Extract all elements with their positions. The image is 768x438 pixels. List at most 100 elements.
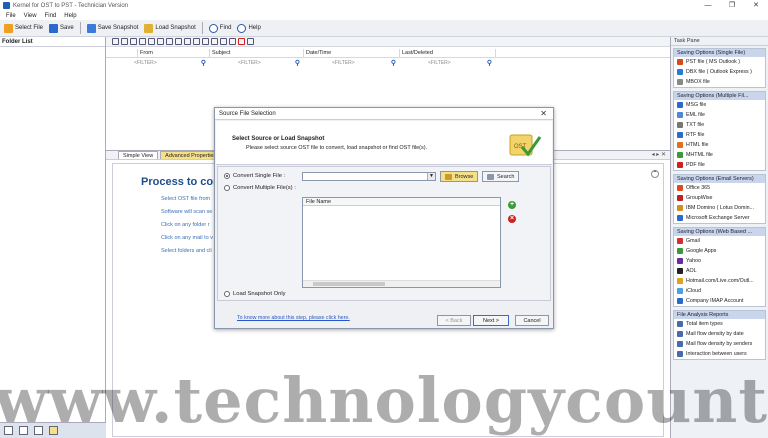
task-item-label: MBOX file [686, 79, 710, 85]
task-item[interactable]: Microsoft Exchange Server [674, 213, 765, 223]
load-snapshot-button[interactable]: Load Snapshot [144, 23, 196, 33]
file-list[interactable]: File Name [302, 197, 501, 288]
task-item[interactable]: TXT file [674, 120, 765, 130]
unread-icon[interactable] [148, 38, 155, 45]
task-group-title[interactable]: Saving Options (Web Based ... [674, 228, 765, 236]
filter-last-deleted[interactable]: <FILTER> ⚲ [400, 59, 496, 68]
mail-icon[interactable] [229, 38, 236, 45]
browse-button[interactable]: Browse [440, 171, 479, 182]
close-button[interactable]: ✕ [744, 0, 768, 11]
maximize-button[interactable]: ❐ [720, 0, 744, 11]
task-item[interactable]: MBOX file [674, 77, 765, 87]
menu-view[interactable]: View [24, 13, 37, 19]
save-snapshot-button[interactable]: Save Snapshot [86, 23, 138, 33]
task-item[interactable]: MSG file [674, 100, 765, 110]
importance-icon[interactable] [112, 38, 119, 45]
select-file-button[interactable]: Select File [4, 23, 43, 33]
mail-view-icon[interactable] [4, 426, 13, 435]
mail-icon[interactable] [166, 38, 173, 45]
column-datetime[interactable]: Date/Time [304, 49, 400, 57]
dialog-close-icon[interactable]: ✕ [540, 108, 547, 120]
find-button[interactable]: Find [208, 23, 231, 33]
attachment-icon[interactable] [121, 38, 128, 45]
mail-icon[interactable] [202, 38, 209, 45]
column-last-deleted[interactable]: Last/Deleted [400, 49, 496, 57]
task-group-title[interactable]: Saving Options (Single File) [674, 49, 765, 57]
save-button[interactable]: Save [49, 23, 74, 33]
task-item[interactable]: Interaction between users [674, 349, 765, 359]
task-item[interactable]: IBM Domino ( Lotus Domin... [674, 203, 765, 213]
task-item[interactable]: Hotmail.com/Live.com/Outl... [674, 276, 765, 286]
task-item[interactable]: MHTML file [674, 150, 765, 160]
task-item[interactable]: Company IMAP Account [674, 296, 765, 306]
read-icon[interactable] [139, 38, 146, 45]
folder-view-icon[interactable] [49, 426, 58, 435]
tab-scroll-arrows[interactable]: ◂ ▸ ✕ [652, 151, 666, 158]
mail-icon[interactable] [184, 38, 191, 45]
minimize-button[interactable]: — [696, 0, 720, 11]
single-file-combobox[interactable]: ▼ [302, 172, 436, 181]
task-group-title[interactable]: File Analysis Reports [674, 311, 765, 319]
convert-multiple-files-radio[interactable]: Convert Multiple File(s) : [224, 185, 296, 191]
task-item[interactable]: PDF file [674, 160, 765, 170]
mail-icon[interactable] [247, 38, 254, 45]
contacts-view-icon[interactable] [34, 426, 43, 435]
mail-icon[interactable] [211, 38, 218, 45]
load-snapshot-icon [144, 23, 154, 33]
filter-datetime[interactable]: <FILTER> ⚲ [304, 59, 400, 68]
menu-find[interactable]: Find [45, 13, 57, 19]
task-item[interactable]: Office 365 [674, 183, 765, 193]
task-item[interactable]: EML file [674, 110, 765, 120]
remove-file-icon[interactable]: × [508, 215, 516, 223]
task-group-title[interactable]: Saving Options (Multiple Fil... [674, 92, 765, 100]
filter-from[interactable]: <FILTER> ⚲ [106, 59, 210, 68]
task-item[interactable]: Total item types [674, 319, 765, 329]
task-item[interactable]: Google Apps [674, 246, 765, 256]
task-group-title[interactable]: Saving Options (Email Servers) [674, 175, 765, 183]
chevron-down-icon[interactable]: ▼ [427, 173, 435, 180]
task-item-label: TXT file [686, 122, 705, 128]
mail-icon[interactable] [220, 38, 227, 45]
task-item[interactable]: iCloud [674, 286, 765, 296]
flag-icon[interactable] [130, 38, 137, 45]
task-item[interactable]: RTF file [674, 130, 765, 140]
filter-subject[interactable]: <FILTER> ⚲ [210, 59, 304, 68]
menu-help[interactable]: Help [64, 13, 76, 19]
task-item[interactable]: PST file ( MS Outlook ) [674, 57, 765, 67]
next-button[interactable]: Next > [473, 315, 509, 326]
mail-icon[interactable] [157, 38, 164, 45]
task-group: Saving Options (Multiple Fil... MSG file E… [673, 91, 766, 171]
convert-single-file-radio[interactable]: Convert Single File : [224, 173, 285, 179]
task-item[interactable]: HTML file [674, 140, 765, 150]
back-button[interactable]: < Back [437, 315, 471, 326]
column-subject[interactable]: Subject [210, 49, 304, 57]
task-item[interactable]: Yahoo [674, 256, 765, 266]
task-item[interactable]: AOL [674, 266, 765, 276]
task-item[interactable]: Mail flow density by senders [674, 339, 765, 349]
search-button[interactable]: Search [482, 171, 520, 182]
add-file-icon[interactable]: + [508, 201, 516, 209]
task-item-label: PDF file [686, 162, 705, 168]
task-item[interactable]: Mail flow density by date [674, 329, 765, 339]
load-snapshot-only-radio[interactable]: Load Snapshot Only [224, 291, 286, 297]
cancel-button[interactable]: Cancel [515, 315, 549, 326]
help-button[interactable]: Help [237, 23, 261, 33]
calendar-view-icon[interactable] [19, 426, 28, 435]
tab-simple-view[interactable]: Simple View [118, 151, 159, 159]
scrollbar-thumb[interactable] [313, 282, 385, 286]
pdf-icon[interactable] [238, 38, 245, 45]
task-item[interactable]: DBX file ( Outlook Express ) [674, 67, 765, 77]
task-item-icon [677, 341, 683, 347]
collapse-icon[interactable]: ⌃ [651, 170, 659, 178]
welcome-step: Select OST file from [161, 196, 211, 202]
menu-file[interactable]: File [6, 13, 16, 19]
horizontal-scrollbar[interactable] [303, 280, 500, 287]
column-from[interactable]: From [138, 49, 210, 57]
help-link[interactable]: To know more about this step, please cli… [237, 315, 350, 321]
task-item[interactable]: GroupWise [674, 193, 765, 203]
tab-advanced-properties[interactable]: Advanced Properties [160, 151, 222, 159]
task-item-icon [677, 185, 683, 191]
mail-icon[interactable] [175, 38, 182, 45]
task-item[interactable]: Gmail [674, 236, 765, 246]
mail-icon[interactable] [193, 38, 200, 45]
